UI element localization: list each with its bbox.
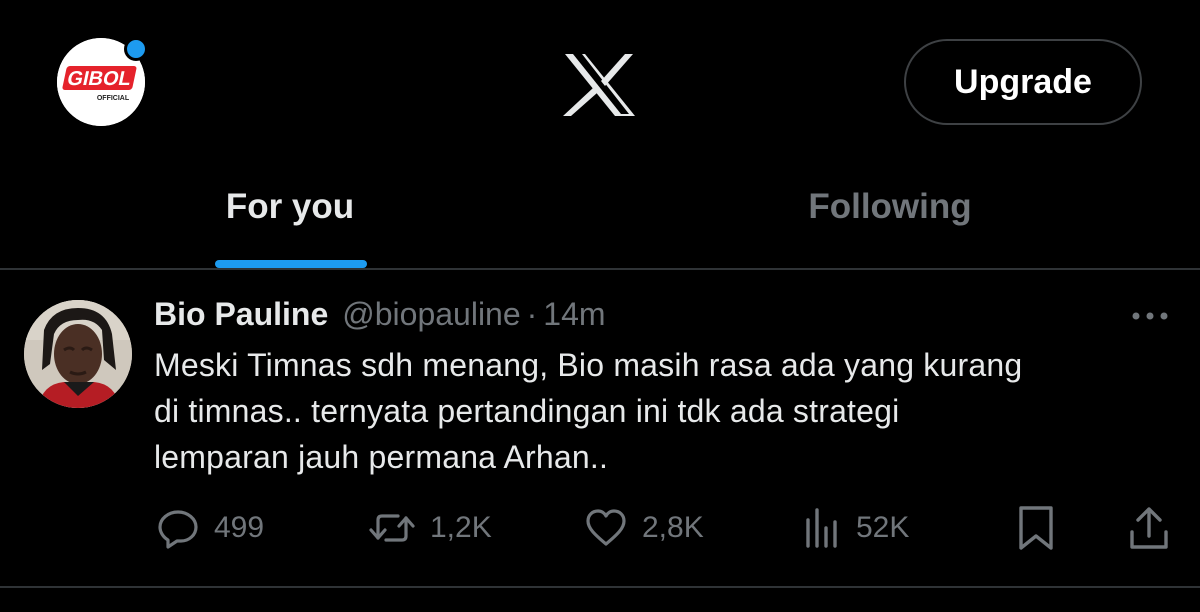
views-bar-chart-icon bbox=[806, 508, 837, 548]
author-photo bbox=[24, 300, 132, 408]
tweet-text-line: Meski Timnas sdh menang, Bio masih rasa … bbox=[154, 347, 1023, 383]
bookmark-button[interactable] bbox=[1016, 502, 1056, 554]
repost-icon bbox=[369, 514, 415, 542]
top-header: GIBOL OFFICIAL Upgrade For you Following bbox=[0, 0, 1200, 270]
tweet-time[interactable]: 14m bbox=[543, 296, 605, 333]
author-avatar[interactable] bbox=[24, 300, 132, 408]
like-count: 2,8K bbox=[642, 511, 704, 544]
logo-subtext: OFFICIAL bbox=[97, 95, 130, 102]
tab-for-you[interactable]: For you bbox=[0, 160, 600, 268]
reply-icon bbox=[158, 510, 198, 549]
repost-count: 1,2K bbox=[430, 511, 492, 544]
timeline-tabs: For you Following bbox=[0, 160, 1200, 270]
upgrade-button[interactable]: Upgrade bbox=[904, 39, 1142, 125]
meta-separator: · bbox=[526, 296, 538, 332]
tab-following[interactable]: Following bbox=[600, 160, 1200, 268]
tweet-header: Bio Pauline @biopauline · 14m bbox=[154, 296, 606, 340]
author-handle[interactable]: @biopauline bbox=[342, 296, 520, 333]
repost-button[interactable]: 1,2K bbox=[368, 502, 492, 554]
like-button[interactable]: 2,8K bbox=[584, 502, 704, 554]
x-logo-icon[interactable] bbox=[563, 52, 637, 118]
reply-count: 499 bbox=[214, 511, 265, 544]
views-button[interactable]: 52K bbox=[802, 502, 909, 554]
tab-for-you-label: For you bbox=[225, 187, 355, 226]
tweet-text-line: di timnas.. ternyata pertandingan ini td… bbox=[154, 393, 900, 429]
share-button[interactable] bbox=[1128, 502, 1170, 554]
heart-icon bbox=[586, 509, 626, 546]
tweet-actions: 499 1,2K 2,8K 52K bbox=[0, 502, 1200, 554]
reply-button[interactable]: 499 bbox=[156, 502, 264, 554]
tweet[interactable]: Bio Pauline @biopauline · 14m Meski Timn… bbox=[0, 270, 1200, 586]
more-dots-icon[interactable] bbox=[1130, 308, 1170, 324]
views-count: 52K bbox=[856, 511, 910, 544]
author-name[interactable]: Bio Pauline bbox=[154, 296, 328, 333]
tab-following-label: Following bbox=[808, 187, 972, 226]
tweet-text: Meski Timnas sdh menang, Bio masih rasa … bbox=[154, 342, 1164, 480]
tweet-divider bbox=[0, 586, 1200, 588]
bookmark-icon bbox=[1019, 506, 1053, 550]
notification-dot bbox=[124, 37, 148, 61]
share-icon bbox=[1130, 507, 1168, 549]
active-tab-indicator bbox=[215, 260, 367, 268]
logo-wordmark: GIBOL bbox=[65, 68, 133, 90]
tweet-text-line: lemparan jauh permana Arhan.. bbox=[154, 439, 609, 475]
